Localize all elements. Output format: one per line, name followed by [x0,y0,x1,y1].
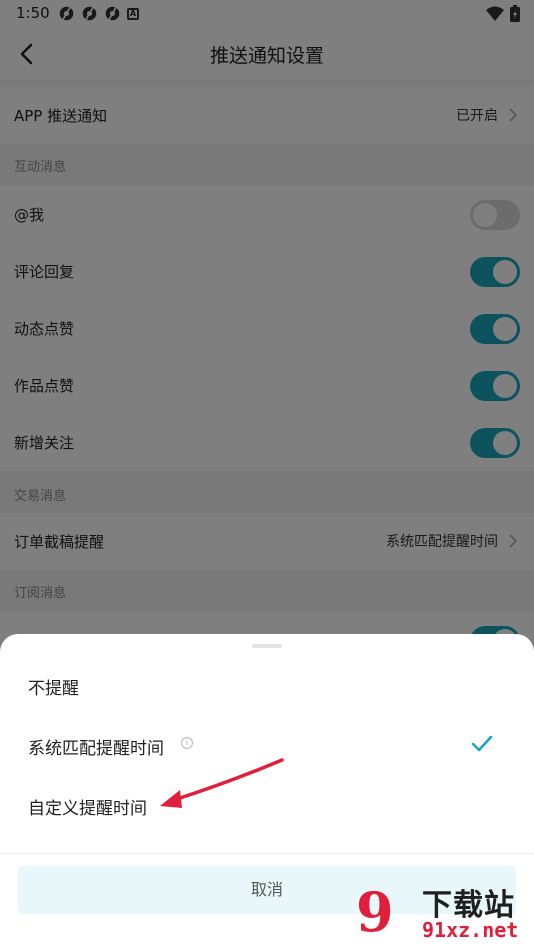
annotation-arrow-icon [160,758,284,808]
sheet-divider [0,853,534,854]
option-label: 系统匹配提醒时间 [28,739,164,759]
watermark-logo: 9 [356,880,394,944]
info-icon[interactable]: i [181,737,193,749]
checkmark-icon [471,735,493,752]
option-label: 自定义提醒时间 [28,799,147,819]
option-label: 不提醒 [28,679,79,699]
site-watermark: 9 下载站 91xz.net [356,880,528,946]
option-no-reminder[interactable]: 不提醒 [0,656,534,714]
watermark-url: 91xz.net [422,918,519,942]
drag-handle[interactable] [252,644,282,648]
